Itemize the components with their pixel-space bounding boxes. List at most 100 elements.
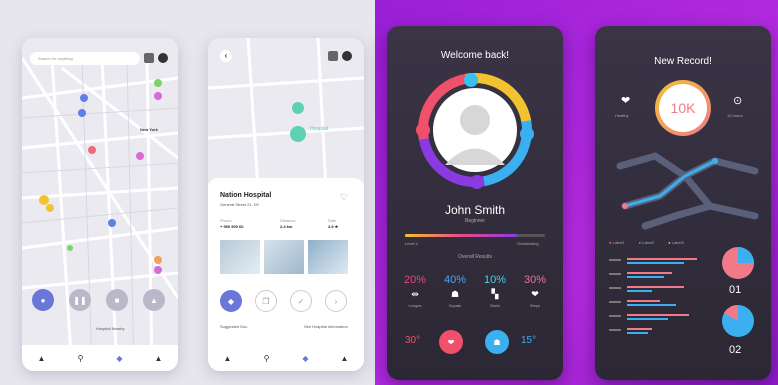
pie-chart-2 bbox=[722, 304, 754, 337]
search-icon[interactable]: ⚲ bbox=[74, 354, 88, 363]
bar-row bbox=[609, 314, 709, 320]
stat-label: Distance bbox=[280, 218, 296, 223]
bottom-left-value: 30° bbox=[405, 335, 421, 346]
hospital-address: General Street 21, NY bbox=[220, 202, 260, 207]
legend-item-2: ● Label2 bbox=[638, 240, 655, 245]
map-label: Hospital bbox=[310, 126, 329, 132]
profile-icon[interactable] bbox=[342, 51, 352, 61]
result-item: 10% ▚ Stairs bbox=[477, 274, 513, 308]
action-button-1[interactable]: ◆ bbox=[220, 290, 242, 312]
user-level: Beginner bbox=[464, 218, 485, 224]
map-pin-yellow[interactable] bbox=[39, 195, 49, 205]
stat-value: 4.9 ★ bbox=[328, 224, 339, 229]
category-button-4[interactable]: ▲ bbox=[143, 289, 165, 311]
person-icon[interactable]: ▲ bbox=[35, 354, 49, 363]
action-button-3[interactable]: ✓ bbox=[290, 290, 312, 312]
result-percent: 20% bbox=[403, 274, 427, 286]
search-bar[interactable]: Search for anything bbox=[30, 52, 140, 65]
record-phone: New Record! 10K ❤ Healthy ⊙ 12 hours ● L… bbox=[595, 26, 771, 380]
bar-series-b bbox=[627, 318, 668, 320]
hospital-photo-3[interactable] bbox=[308, 240, 348, 274]
hospital-photo-1[interactable] bbox=[220, 240, 260, 274]
footer-right[interactable]: See Hospital Information bbox=[304, 324, 348, 329]
hospital-map[interactable] bbox=[208, 38, 364, 188]
result-item: 40% ☗ Squats bbox=[437, 274, 473, 308]
profile-icon[interactable] bbox=[158, 53, 168, 63]
bar-label-line bbox=[609, 287, 621, 289]
result-item: 20% ⇹ Lunges bbox=[397, 274, 433, 308]
progress-fill bbox=[405, 234, 517, 237]
bar-chart bbox=[609, 258, 709, 348]
result-label: Stairs bbox=[489, 303, 501, 308]
progress-left-label: Level 4 bbox=[405, 241, 418, 246]
left-stat-label: Healthy bbox=[615, 113, 629, 118]
progress-right-label: Outstanding bbox=[517, 241, 539, 246]
heart-icon: ❤ bbox=[621, 95, 631, 107]
hospital-photo-2[interactable] bbox=[264, 240, 304, 274]
results-row: 20% ⇹ Lunges 40% ☗ Squats 10% ▚ Stairs 3… bbox=[395, 274, 555, 308]
bar-series-a bbox=[627, 286, 685, 288]
action-button-2[interactable]: ❒ bbox=[255, 290, 277, 312]
category-button-3[interactable]: ■ bbox=[106, 289, 128, 311]
dumbbell-icon: ⇹ bbox=[411, 289, 419, 299]
bell-icon[interactable]: ▲ bbox=[152, 354, 166, 363]
bar-series-a bbox=[627, 272, 673, 274]
pin-icon[interactable]: ◆ bbox=[299, 354, 313, 363]
category-button-1[interactable]: ● bbox=[32, 289, 54, 311]
bar-series-a bbox=[627, 314, 689, 316]
map-phone: Search for anything New York ● ❚❚ ■ ▲ Ho… bbox=[22, 38, 178, 371]
stat-label: Rate bbox=[328, 218, 337, 223]
result-label: Squats bbox=[448, 303, 462, 308]
stat-value: + 990 500 60 bbox=[220, 224, 244, 229]
legend-item-3: ● Label3 bbox=[668, 240, 684, 245]
result-percent: 10% bbox=[483, 274, 507, 286]
clock-icon: ⊙ bbox=[733, 95, 743, 107]
shoe-icon: ▚ bbox=[491, 289, 499, 299]
hospital-pin[interactable] bbox=[292, 102, 304, 114]
profile-phone: Welcome back! John Smith Beginner Level … bbox=[387, 26, 563, 380]
bottom-nav: ▲ ⚲ ◆ ▲ bbox=[208, 345, 364, 371]
bar-label-line bbox=[609, 259, 621, 261]
route-map[interactable] bbox=[615, 146, 765, 236]
chart-legend: ● Label1 ● Label2 ● Label3 bbox=[609, 240, 684, 245]
progress-track bbox=[405, 234, 545, 237]
search-placeholder: Search for anything bbox=[38, 56, 73, 61]
bar-row bbox=[609, 300, 709, 306]
result-item: 30% ❤ Steps bbox=[517, 274, 553, 308]
bar-series-b bbox=[627, 276, 664, 278]
bar-series-a bbox=[627, 258, 697, 260]
menu-icon[interactable] bbox=[328, 51, 338, 61]
pin-icon[interactable]: ◆ bbox=[113, 354, 127, 363]
bottom-label: Hospital Nearby bbox=[96, 326, 125, 331]
record-title: New Record! bbox=[654, 56, 712, 67]
bottom-right-value: 15° bbox=[521, 335, 537, 346]
footer-left[interactable]: Suggested Doc bbox=[220, 324, 247, 329]
bar-series-a bbox=[627, 300, 660, 302]
person-icon[interactable]: ▲ bbox=[221, 354, 235, 363]
city-map[interactable] bbox=[22, 38, 178, 371]
activity-button[interactable]: ☗ bbox=[485, 330, 509, 354]
pie-label-1: 01 bbox=[729, 284, 742, 296]
heart-icon[interactable]: ♡ bbox=[340, 192, 348, 203]
legend-item-1: ● Label1 bbox=[609, 240, 625, 245]
user-name: John Smith bbox=[444, 203, 506, 217]
bar-series-b bbox=[627, 332, 648, 334]
back-button[interactable]: ‹ bbox=[220, 50, 232, 62]
map-pin-blue[interactable] bbox=[80, 94, 88, 102]
hospital-card: Nation Hospital General Street 21, NY ♡ … bbox=[208, 178, 364, 371]
record-ring: 10K bbox=[655, 80, 711, 136]
result-percent: 40% bbox=[443, 274, 467, 286]
bar-series-a bbox=[627, 328, 652, 330]
bar-row bbox=[609, 258, 709, 264]
profile-ring bbox=[416, 73, 534, 189]
bar-label-line bbox=[609, 329, 621, 331]
bell-icon[interactable]: ▲ bbox=[338, 354, 352, 363]
action-button-4[interactable]: › bbox=[325, 290, 347, 312]
bar-series-b bbox=[627, 304, 677, 306]
menu-icon[interactable] bbox=[144, 53, 154, 63]
city-label: New York bbox=[140, 127, 158, 132]
category-button-2[interactable]: ❚❚ bbox=[69, 289, 91, 311]
search-icon[interactable]: ⚲ bbox=[260, 354, 274, 363]
heart-button[interactable]: ❤ bbox=[439, 330, 463, 354]
result-label: Lunges bbox=[408, 303, 422, 308]
